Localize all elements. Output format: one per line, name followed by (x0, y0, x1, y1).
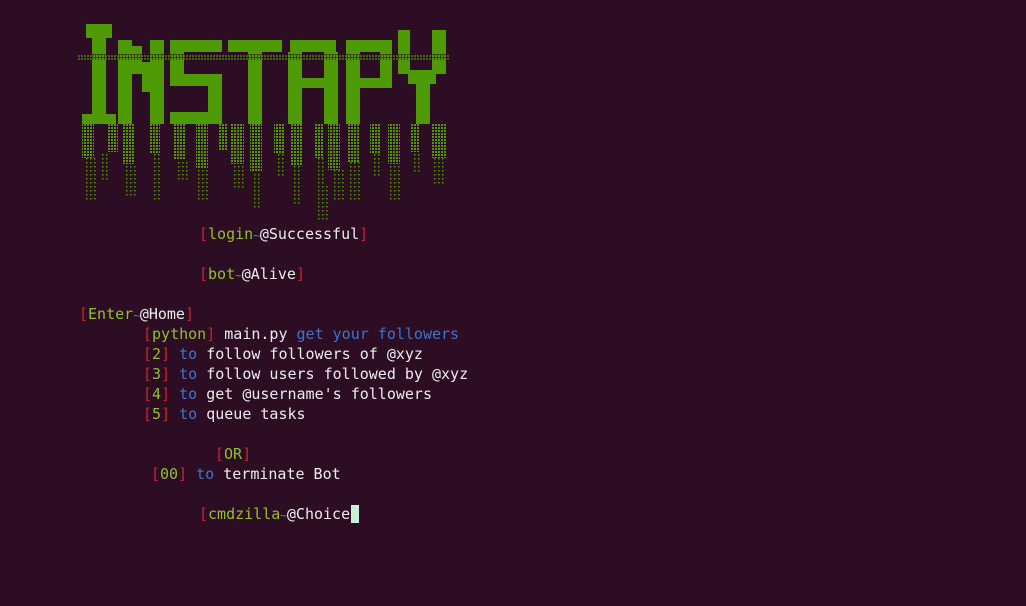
option-file: main.py (224, 325, 288, 343)
prompt-label: @Choice (286, 505, 351, 523)
option-key: python (152, 325, 207, 343)
menu-option-python: [python] main.py get your followers (143, 325, 460, 343)
option-key: 5 (152, 405, 162, 423)
login-tag: login (208, 225, 254, 243)
menu-header-value: @Home (139, 305, 185, 323)
bot-status-value: @Alive (241, 265, 296, 283)
menu-header: [Enter~@Home] (79, 305, 194, 323)
option-description: get your followers (296, 325, 460, 343)
or-separator: [OR] (215, 445, 252, 463)
login-status-line: [login~@Successful] (199, 225, 369, 243)
command-prompt[interactable]: [cmdzilla~@Choice] (199, 504, 359, 524)
option-key: 00 (160, 465, 179, 483)
option-description: terminate Bot (223, 465, 341, 483)
option-key: 4 (152, 385, 162, 403)
option-description: follow users followed by @xyz (206, 365, 469, 383)
ascii-banner-logo (78, 24, 450, 220)
bot-status-line: [bot~@Alive] (199, 265, 305, 283)
option-description: queue tasks (206, 405, 306, 423)
terminal-window[interactable]: [login~@Successful] [bot~@Alive] [Enter~… (0, 0, 1026, 606)
bot-tag: bot (208, 265, 236, 283)
login-status-value: @Successful (259, 225, 360, 243)
option-key: 2 (152, 345, 162, 363)
menu-option-3: [3] to follow users followed by @xyz (143, 365, 469, 383)
option-description: get @username's followers (206, 385, 432, 403)
menu-option-5: [5] to queue tasks (143, 405, 306, 423)
text-cursor[interactable] (351, 505, 359, 523)
option-description: follow followers of @xyz (206, 345, 423, 363)
prompt-user: cmdzilla (208, 505, 281, 523)
menu-option-2: [2] to follow followers of @xyz (143, 345, 423, 363)
option-key: 3 (152, 365, 162, 383)
menu-option-terminate: [00] to terminate Bot (151, 465, 341, 483)
menu-header-tag: Enter (88, 305, 134, 323)
menu-option-4: [4] to get @username's followers (143, 385, 432, 403)
